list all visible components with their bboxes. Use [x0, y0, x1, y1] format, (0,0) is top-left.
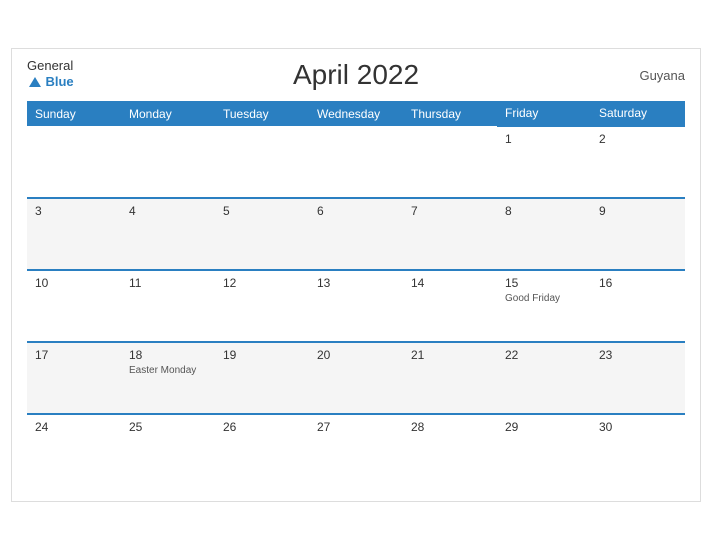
table-row: 17 — [27, 342, 121, 414]
table-row — [27, 126, 121, 198]
table-row: 14 — [403, 270, 497, 342]
day-number: 21 — [411, 348, 489, 362]
day-number: 8 — [505, 204, 583, 218]
table-row: 6 — [309, 198, 403, 270]
header-wednesday: Wednesday — [309, 101, 403, 126]
header-tuesday: Tuesday — [215, 101, 309, 126]
country-label: Guyana — [639, 68, 685, 83]
calendar-container: General Blue April 2022 Guyana Sunday Mo… — [11, 48, 701, 502]
table-row: 3 — [27, 198, 121, 270]
day-number: 26 — [223, 420, 301, 434]
day-number: 7 — [411, 204, 489, 218]
table-row: 22 — [497, 342, 591, 414]
week-row-3: 17 18 Easter Monday 19 20 21 22 23 — [27, 342, 685, 414]
day-number: 18 — [129, 348, 207, 362]
day-number: 15 — [505, 276, 583, 290]
day-number: 5 — [223, 204, 301, 218]
day-number: 9 — [599, 204, 677, 218]
table-row: 7 — [403, 198, 497, 270]
day-number: 24 — [35, 420, 113, 434]
calendar-title: April 2022 — [293, 59, 419, 91]
table-row: 16 — [591, 270, 685, 342]
table-row: 21 — [403, 342, 497, 414]
day-number: 29 — [505, 420, 583, 434]
table-row: 25 — [121, 414, 215, 486]
day-number: 12 — [223, 276, 301, 290]
logo-general-text: General — [27, 59, 74, 73]
table-row: 4 — [121, 198, 215, 270]
table-row: 2 — [591, 126, 685, 198]
table-row: 1 — [497, 126, 591, 198]
day-number: 10 — [35, 276, 113, 290]
header-thursday: Thursday — [403, 101, 497, 126]
day-number: 1 — [505, 132, 583, 146]
logo-triangle-icon — [29, 77, 41, 87]
day-number: 3 — [35, 204, 113, 218]
table-row: 20 — [309, 342, 403, 414]
day-number: 13 — [317, 276, 395, 290]
logo: General Blue — [27, 59, 74, 91]
event-label: Good Friday — [505, 293, 583, 304]
day-number: 22 — [505, 348, 583, 362]
table-row — [121, 126, 215, 198]
week-row-1: 3 4 5 6 7 8 9 — [27, 198, 685, 270]
day-number: 28 — [411, 420, 489, 434]
table-row: 12 — [215, 270, 309, 342]
header-monday: Monday — [121, 101, 215, 126]
table-row — [215, 126, 309, 198]
table-row: 9 — [591, 198, 685, 270]
week-row-0: 12 — [27, 126, 685, 198]
week-row-2: 10 11 12 13 14 15 Good Friday 16 — [27, 270, 685, 342]
day-number: 14 — [411, 276, 489, 290]
day-number: 11 — [129, 276, 207, 290]
table-row: 18 Easter Monday — [121, 342, 215, 414]
table-row: 13 — [309, 270, 403, 342]
day-number: 23 — [599, 348, 677, 362]
table-row: 28 — [403, 414, 497, 486]
day-number: 19 — [223, 348, 301, 362]
table-row: 19 — [215, 342, 309, 414]
day-number: 4 — [129, 204, 207, 218]
table-row: 29 — [497, 414, 591, 486]
day-number: 25 — [129, 420, 207, 434]
table-row: 26 — [215, 414, 309, 486]
header-saturday: Saturday — [591, 101, 685, 126]
table-row — [403, 126, 497, 198]
table-row: 24 — [27, 414, 121, 486]
logo-blue-text: Blue — [45, 74, 73, 89]
calendar-header: General Blue April 2022 Guyana — [27, 59, 685, 91]
table-row: 15 Good Friday — [497, 270, 591, 342]
table-row: 11 — [121, 270, 215, 342]
table-row: 5 — [215, 198, 309, 270]
day-number: 30 — [599, 420, 677, 434]
table-row: 27 — [309, 414, 403, 486]
day-number: 16 — [599, 276, 677, 290]
logo-blue-row: Blue — [27, 73, 74, 91]
header-friday: Friday — [497, 101, 591, 126]
calendar-grid: Sunday Monday Tuesday Wednesday Thursday… — [27, 101, 685, 486]
weekday-header-row: Sunday Monday Tuesday Wednesday Thursday… — [27, 101, 685, 126]
table-row: 10 — [27, 270, 121, 342]
day-number: 2 — [599, 132, 677, 146]
header-sunday: Sunday — [27, 101, 121, 126]
day-number: 20 — [317, 348, 395, 362]
day-number: 27 — [317, 420, 395, 434]
table-row: 23 — [591, 342, 685, 414]
week-row-4: 24 25 26 27 28 29 30 — [27, 414, 685, 486]
day-number: 6 — [317, 204, 395, 218]
table-row: 8 — [497, 198, 591, 270]
day-number: 17 — [35, 348, 113, 362]
table-row: 30 — [591, 414, 685, 486]
event-label: Easter Monday — [129, 365, 207, 376]
table-row — [309, 126, 403, 198]
